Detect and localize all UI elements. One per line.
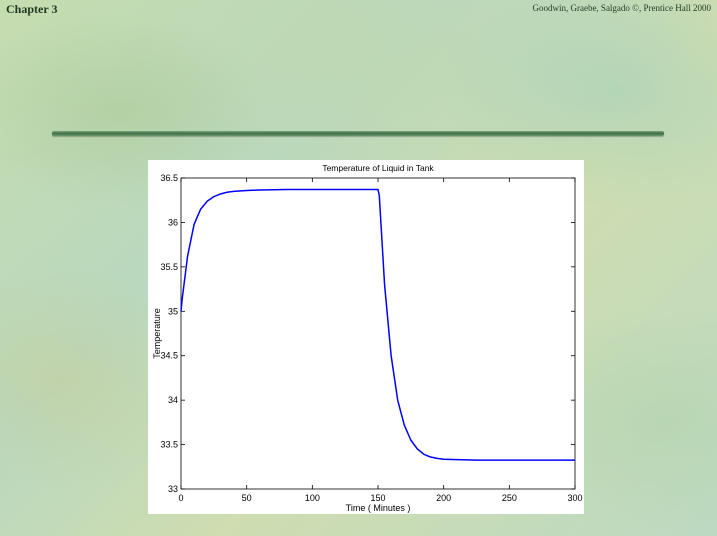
- y-tick-label: 35.5: [160, 262, 178, 272]
- y-tick-label: 36: [168, 217, 178, 227]
- y-tick-label: 36.5: [160, 173, 178, 183]
- y-axis-label: Temperature: [152, 308, 162, 359]
- x-axis-label: Time ( Minutes ): [346, 503, 411, 513]
- chart-figure: Temperature of Liquid in Tank 0 50 100 150 2…: [148, 160, 584, 514]
- line-chart: Temperature of Liquid in Tank 0 50 100 150 2…: [152, 163, 583, 513]
- y-tick-label: 35: [168, 306, 178, 316]
- y-tick-label: 33: [168, 484, 178, 494]
- y-tick-labels: 33 33.5 34 34.5 35 35.5 36 36.5: [160, 173, 178, 494]
- x-tick-label: 100: [305, 493, 320, 503]
- x-tick-labels: 0 50 100 150 200 250 300: [178, 493, 582, 503]
- x-tick-label: 200: [436, 493, 451, 503]
- y-tick-label: 34: [168, 395, 178, 405]
- x-tick-label: 150: [370, 493, 385, 503]
- temperature-series-line: [180, 188, 575, 461]
- x-tick-label: 300: [567, 493, 582, 503]
- plot-frame: [180, 177, 576, 490]
- chapter-label: Chapter 3: [6, 2, 58, 16]
- y-tick-label: 34.5: [160, 351, 178, 361]
- tick-marks: [180, 177, 576, 490]
- divider-bar: [52, 131, 664, 136]
- x-tick-label: 0: [178, 493, 183, 503]
- y-tick-label: 33.5: [160, 440, 178, 450]
- credit-label: Goodwin, Graebe, Salgado ©, Prentice Hal…: [532, 3, 711, 13]
- chart-title: Temperature of Liquid in Tank: [322, 163, 434, 173]
- x-tick-label: 250: [502, 493, 517, 503]
- x-tick-label: 50: [242, 493, 252, 503]
